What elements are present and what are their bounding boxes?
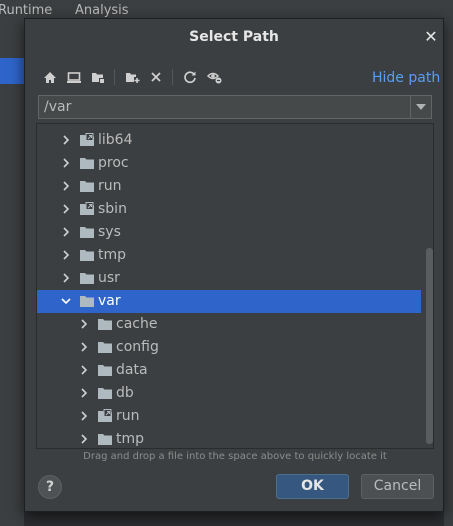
tree-row-label: cache <box>116 316 158 332</box>
chevron-right-icon[interactable] <box>78 410 90 422</box>
ide-selection-strip <box>0 58 24 84</box>
folder-icon <box>98 434 112 445</box>
refresh-button[interactable] <box>180 67 200 87</box>
chevron-right-icon[interactable] <box>60 203 72 215</box>
path-combobox <box>38 95 432 119</box>
tree-row-usr[interactable]: usr <box>37 267 421 290</box>
cancel-button[interactable]: Cancel <box>361 474 434 499</box>
tree-row-run[interactable]: run <box>37 405 421 428</box>
tree-row-label: config <box>116 339 159 355</box>
chevron-right-icon[interactable] <box>60 134 72 146</box>
toolbar <box>37 67 297 89</box>
folder-icon <box>98 342 112 353</box>
folder-icon <box>80 158 94 169</box>
help-button[interactable]: ? <box>38 475 62 499</box>
folder-icon <box>98 365 112 376</box>
ok-button[interactable]: OK <box>276 474 349 499</box>
tree-row-tmp[interactable]: tmp <box>37 428 421 448</box>
chevron-right-icon[interactable] <box>78 364 90 376</box>
toolbar-separator <box>114 69 115 85</box>
select-path-dialog: Select Path ✕ Hide path /var lib64 proc … <box>24 18 444 512</box>
tree-row-lib64[interactable]: lib64 <box>37 129 421 152</box>
toolbar-separator <box>172 69 173 85</box>
chevron-right-icon[interactable] <box>60 226 72 238</box>
project-folder-icon <box>92 72 104 83</box>
delete-icon <box>151 72 161 82</box>
file-tree: lib64 proc run sbin sys tmp usr var cache config d… <box>36 123 434 449</box>
tree-row-label: var <box>98 293 121 309</box>
folder-icon <box>80 227 94 238</box>
chevron-right-icon[interactable] <box>60 180 72 192</box>
refresh-icon <box>184 71 196 84</box>
new-folder-icon <box>125 72 140 83</box>
drag-drop-hint: Drag and drop a file into the space abov… <box>83 451 387 462</box>
delete-button[interactable] <box>146 67 166 87</box>
tree-row-tmp[interactable]: tmp <box>37 244 421 267</box>
menu-runtime[interactable]: Runtime <box>0 3 52 18</box>
chevron-right-icon[interactable] <box>78 318 90 330</box>
folder-icon <box>80 296 94 307</box>
folder-icon <box>80 181 94 192</box>
tree-row-label: lib64 <box>98 132 133 148</box>
tree-row-label: data <box>116 362 148 378</box>
tree-row-var[interactable]: var <box>37 290 421 313</box>
tree-row-cache[interactable]: cache <box>37 313 421 336</box>
tree-row-label: proc <box>98 155 129 171</box>
chevron-right-icon[interactable] <box>60 272 72 284</box>
tree-row-label: db <box>116 385 134 401</box>
home-button[interactable] <box>40 67 60 87</box>
chevron-right-icon[interactable] <box>78 341 90 353</box>
path-dropdown-button[interactable] <box>410 96 431 118</box>
tree-row-label: run <box>98 178 122 194</box>
chevron-right-icon[interactable] <box>78 433 90 445</box>
hide-path-link[interactable]: Hide path <box>372 70 440 86</box>
show-hidden-icon <box>206 72 221 84</box>
tree-row-label: run <box>116 408 140 424</box>
dialog-title: Select Path <box>189 29 279 45</box>
chevron-down-icon[interactable] <box>60 295 72 307</box>
desktop-icon <box>67 71 81 83</box>
tree-scrollbar[interactable] <box>426 248 433 444</box>
dialog-titlebar: Select Path ✕ <box>25 19 443 57</box>
symlink-folder-icon <box>80 202 94 215</box>
home-icon <box>44 71 56 83</box>
symlink-folder-icon <box>98 409 112 422</box>
close-icon: ✕ <box>424 27 438 46</box>
tree-row-run[interactable]: run <box>37 175 421 198</box>
tree-row-data[interactable]: data <box>37 359 421 382</box>
project-folder-button[interactable] <box>88 67 108 87</box>
tree-row-proc[interactable]: proc <box>37 152 421 175</box>
ide-left-panel <box>0 22 24 526</box>
chevron-right-icon[interactable] <box>60 249 72 261</box>
tree-row-db[interactable]: db <box>37 382 421 405</box>
tree-row-label: sys <box>98 224 121 240</box>
tree-row-label: usr <box>98 270 120 286</box>
folder-icon <box>80 250 94 261</box>
path-input[interactable] <box>39 96 409 118</box>
tree-row-sys[interactable]: sys <box>37 221 421 244</box>
chevron-right-icon[interactable] <box>60 157 72 169</box>
tree-row-label: tmp <box>98 247 127 263</box>
new-folder-button[interactable] <box>122 67 142 87</box>
tree-row-sbin[interactable]: sbin <box>37 198 421 221</box>
folder-icon <box>98 388 112 399</box>
desktop-button[interactable] <box>64 67 84 87</box>
show-hidden-button[interactable] <box>204 67 224 87</box>
symlink-folder-icon <box>80 133 94 146</box>
tree-row-label: tmp <box>116 431 145 447</box>
tree-row-config[interactable]: config <box>37 336 421 359</box>
folder-icon <box>80 273 94 284</box>
chevron-down-icon <box>416 104 426 110</box>
folder-icon <box>98 319 112 330</box>
menu-analysis[interactable]: Analysis <box>75 3 129 18</box>
tree-row-label: sbin <box>98 201 127 217</box>
ide-right-panel <box>444 22 453 526</box>
chevron-right-icon[interactable] <box>78 387 90 399</box>
close-button[interactable]: ✕ <box>422 27 440 47</box>
